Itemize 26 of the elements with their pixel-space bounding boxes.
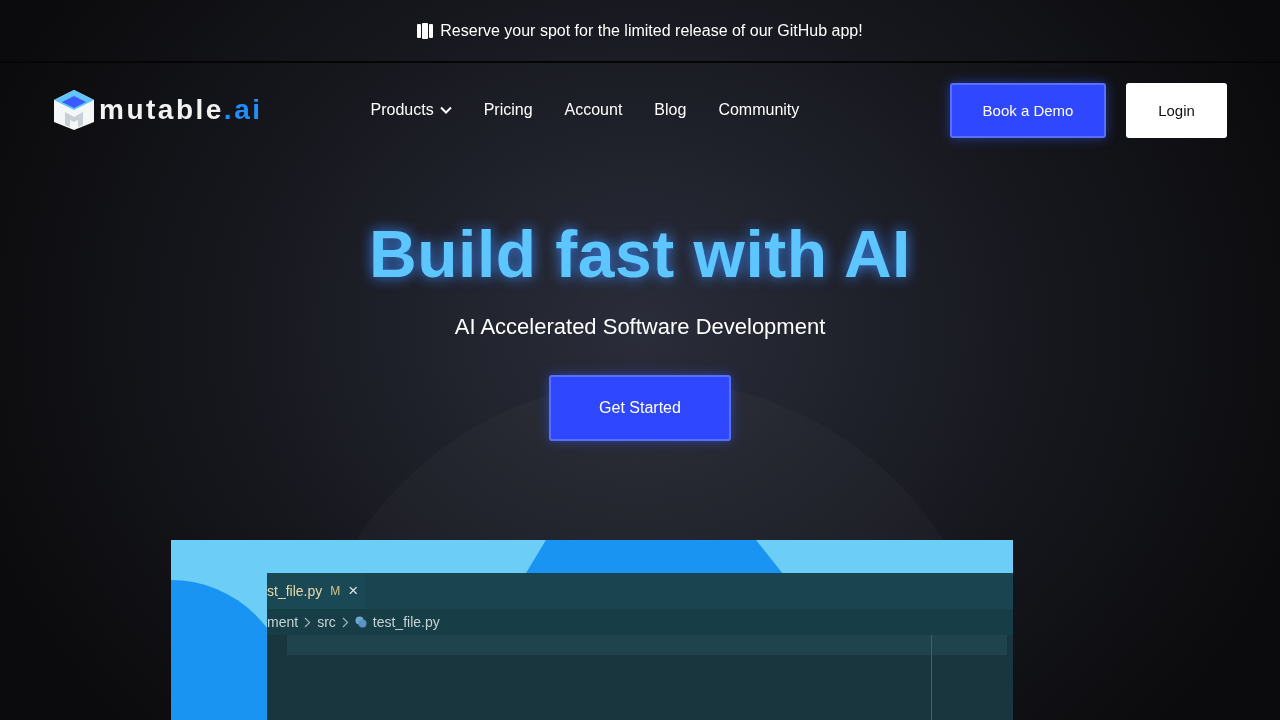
hero-title: Build fast with AI bbox=[369, 216, 911, 292]
tab-filename: st_file.py bbox=[267, 583, 323, 599]
chevron-down-icon bbox=[439, 106, 452, 114]
nav-link[interactable]: Community bbox=[718, 101, 800, 119]
get-started-button[interactable]: Get Started bbox=[549, 375, 731, 441]
logo-link[interactable]: mutable.ai bbox=[53, 89, 263, 131]
python-file-icon bbox=[354, 616, 367, 628]
book-icon bbox=[417, 22, 435, 39]
login-button[interactable]: Login bbox=[1126, 82, 1227, 138]
chevron-right-icon bbox=[341, 616, 349, 628]
cube-logo-icon bbox=[53, 89, 95, 131]
editor-tab[interactable]: st_file.py M × bbox=[267, 573, 367, 609]
close-tab-icon[interactable]: × bbox=[348, 581, 359, 601]
logo-text: mutable.ai bbox=[99, 94, 263, 126]
breadcrumb-item[interactable]: test_file.py bbox=[372, 614, 440, 630]
book-demo-button[interactable]: Book a Demo bbox=[950, 82, 1106, 138]
chevron-right-icon bbox=[304, 616, 312, 628]
nav-link[interactable]: Products bbox=[370, 101, 452, 119]
hero-subtitle: AI Accelerated Software Development bbox=[454, 314, 826, 340]
nav-link[interactable]: Blog bbox=[654, 101, 687, 119]
modified-marker: M bbox=[330, 584, 341, 598]
announcement-text: Reserve your spot for the limited release of our GitHub app! bbox=[440, 21, 863, 40]
nav-link[interactable]: Account bbox=[564, 101, 623, 119]
breadcrumb-item[interactable]: ment bbox=[267, 614, 299, 630]
nav-link[interactable]: Pricing bbox=[483, 101, 533, 119]
breadcrumb-item[interactable]: src bbox=[317, 614, 336, 630]
